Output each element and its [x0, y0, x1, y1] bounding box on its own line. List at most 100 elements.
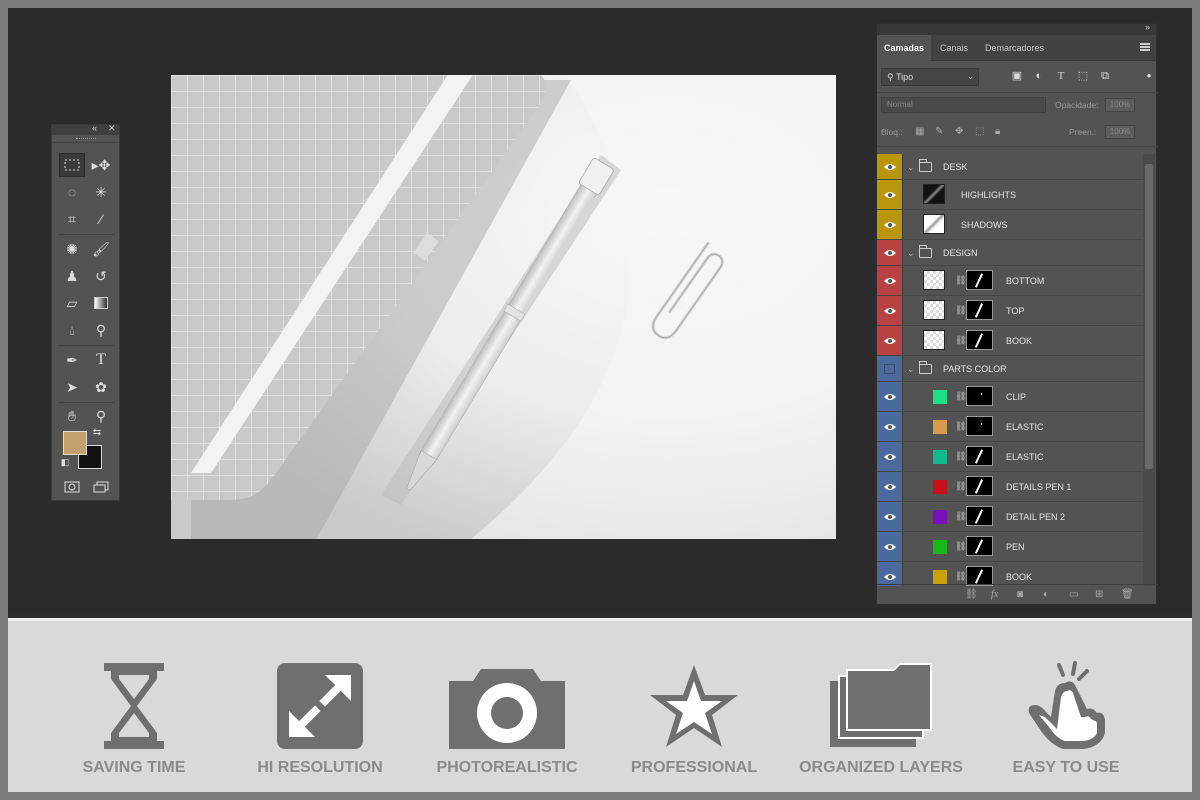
- move-tool[interactable]: ▸✥: [88, 153, 114, 177]
- layer-mask-thumbnail[interactable]: [966, 506, 993, 526]
- lock-position-icon[interactable]: ✥: [955, 126, 963, 137]
- layer-mask-thumbnail[interactable]: [966, 330, 993, 350]
- layer-visibility-toggle[interactable]: [877, 532, 903, 561]
- link-icon[interactable]: ⛓: [955, 305, 966, 316]
- expand-icon[interactable]: »: [1145, 22, 1150, 32]
- link-icon[interactable]: ⛓: [955, 451, 966, 462]
- link-icon[interactable]: ⛓: [955, 421, 966, 432]
- shape-filter-icon[interactable]: ⬚: [1077, 69, 1089, 83]
- fill-field[interactable]: 100%: [1105, 125, 1135, 139]
- layer-mask-thumbnail[interactable]: [966, 536, 993, 556]
- type-tool[interactable]: T: [88, 348, 114, 372]
- tab-canais[interactable]: Canais: [933, 35, 975, 61]
- panel-grip[interactable]: [52, 135, 119, 143]
- panel-menu-icon[interactable]: [1140, 43, 1150, 51]
- layer-row[interactable]: ⛓ DETAIL PEN 2: [877, 502, 1143, 532]
- add-mask-icon[interactable]: ◙: [1017, 589, 1023, 600]
- fx-icon[interactable]: fx: [991, 589, 998, 600]
- history-brush-tool[interactable]: ↺: [88, 264, 114, 288]
- tools-panel-header[interactable]: « ✕: [52, 123, 119, 135]
- lock-pixels-icon[interactable]: ✎: [935, 126, 943, 137]
- layer-mask-thumbnail[interactable]: [966, 446, 993, 466]
- layer-group-row[interactable]: ⌄ DESIGN: [877, 240, 1143, 266]
- layer-row[interactable]: ⛓ CLIP: [877, 382, 1143, 412]
- layer-visibility-toggle[interactable]: [877, 326, 903, 355]
- healing-brush-tool[interactable]: ✺: [59, 237, 85, 261]
- layer-visibility-toggle[interactable]: [877, 266, 903, 295]
- lock-all-icon[interactable]: 🔒︎: [995, 126, 1000, 137]
- close-icon[interactable]: ✕: [108, 123, 116, 134]
- marquee-tool[interactable]: [59, 153, 85, 177]
- layer-group-row[interactable]: ⌄ PARTS COLOR: [877, 356, 1143, 382]
- swap-colors-button[interactable]: ⇆: [90, 425, 104, 439]
- layer-group-row[interactable]: ⌄ DESK: [877, 154, 1143, 180]
- layer-visibility-toggle[interactable]: [877, 472, 903, 501]
- magic-wand-tool[interactable]: ✳: [88, 180, 114, 204]
- color-fill-swatch[interactable]: [933, 390, 947, 404]
- color-fill-swatch[interactable]: [933, 480, 947, 494]
- layer-mask-thumbnail[interactable]: [966, 476, 993, 496]
- layer-mask-thumbnail[interactable]: [966, 566, 993, 586]
- shape-tool[interactable]: ✿: [88, 375, 114, 399]
- layer-visibility-toggle[interactable]: [877, 382, 903, 411]
- layer-row[interactable]: ⛓ ELASTIC: [877, 412, 1143, 442]
- layer-row[interactable]: ⛓ PEN: [877, 532, 1143, 562]
- layer-visibility-toggle[interactable]: [877, 412, 903, 441]
- chevron-down-icon[interactable]: ⌄: [907, 364, 915, 375]
- color-fill-swatch[interactable]: [933, 420, 947, 434]
- layer-row[interactable]: SHADOWS: [877, 210, 1143, 240]
- layer-row[interactable]: ⛓ DETAILS PEN 1: [877, 472, 1143, 502]
- layer-visibility-toggle[interactable]: [877, 240, 903, 265]
- layer-visibility-toggle[interactable]: [877, 210, 903, 239]
- chevron-down-icon[interactable]: ⌄: [907, 162, 915, 173]
- quick-mask-button[interactable]: [59, 475, 85, 499]
- color-fill-swatch[interactable]: [933, 540, 947, 554]
- tab-demarcadores[interactable]: Demarcadores: [978, 35, 1051, 61]
- layer-visibility-toggle[interactable]: [877, 296, 903, 325]
- lock-transparent-icon[interactable]: ▦: [915, 126, 924, 137]
- new-layer-icon[interactable]: ⊞: [1095, 589, 1103, 600]
- color-fill-swatch[interactable]: [933, 510, 947, 524]
- blur-tool[interactable]: 💧︎: [59, 318, 85, 342]
- blend-mode-select[interactable]: Normal: [881, 97, 1046, 113]
- link-icon[interactable]: ⛓: [955, 391, 966, 402]
- link-icon[interactable]: ⛓: [955, 541, 966, 552]
- layer-row[interactable]: ⛓ BOOK: [877, 326, 1143, 356]
- eraser-tool[interactable]: ▱: [59, 291, 85, 315]
- layers-panel-topbar[interactable]: »: [877, 22, 1156, 35]
- layer-row[interactable]: ⛓ TOP: [877, 296, 1143, 326]
- layer-visibility-toggle[interactable]: [877, 502, 903, 531]
- adjustment-layer-icon[interactable]: ◐: [1043, 589, 1049, 600]
- eyedropper-tool[interactable]: ⁄: [88, 207, 114, 231]
- screen-mode-button[interactable]: [88, 475, 114, 499]
- trash-icon[interactable]: 🗑︎: [1121, 589, 1134, 600]
- image-filter-icon[interactable]: ▣: [1011, 69, 1023, 83]
- layer-list-scrollbar[interactable]: [1143, 154, 1155, 586]
- layer-row[interactable]: ⛓ BOOK: [877, 562, 1143, 586]
- opacity-field[interactable]: 100%: [1105, 98, 1135, 112]
- layer-visibility-toggle[interactable]: [877, 442, 903, 471]
- pen-tool[interactable]: ✒: [59, 348, 85, 372]
- layer-mask-thumbnail[interactable]: [966, 300, 993, 320]
- link-icon[interactable]: ⛓: [955, 511, 966, 522]
- default-colors-button[interactable]: ◧: [58, 455, 72, 469]
- layer-visibility-toggle[interactable]: [877, 356, 903, 381]
- color-fill-swatch[interactable]: [933, 570, 947, 584]
- layer-visibility-toggle[interactable]: [877, 154, 903, 179]
- collapse-icon[interactable]: «: [92, 123, 97, 133]
- dodge-tool[interactable]: ⚲: [88, 318, 114, 342]
- document-canvas[interactable]: [171, 75, 836, 539]
- link-icon[interactable]: ⛓: [955, 335, 966, 346]
- scrollbar-thumb[interactable]: [1145, 164, 1153, 469]
- crop-tool[interactable]: ⌗: [59, 207, 85, 231]
- lock-artboard-icon[interactable]: ⬚: [975, 126, 984, 137]
- adjustment-filter-icon[interactable]: ◐: [1033, 69, 1045, 83]
- layer-row[interactable]: HIGHLIGHTS: [877, 180, 1143, 210]
- chevron-down-icon[interactable]: ⌄: [907, 248, 915, 259]
- gradient-tool[interactable]: [88, 291, 114, 315]
- lasso-tool[interactable]: ◌: [59, 180, 85, 204]
- tab-camadas[interactable]: Camadas: [877, 35, 932, 61]
- clone-stamp-tool[interactable]: ♟: [59, 264, 85, 288]
- type-filter-icon[interactable]: T: [1055, 69, 1067, 83]
- layer-mask-thumbnail[interactable]: [966, 416, 993, 436]
